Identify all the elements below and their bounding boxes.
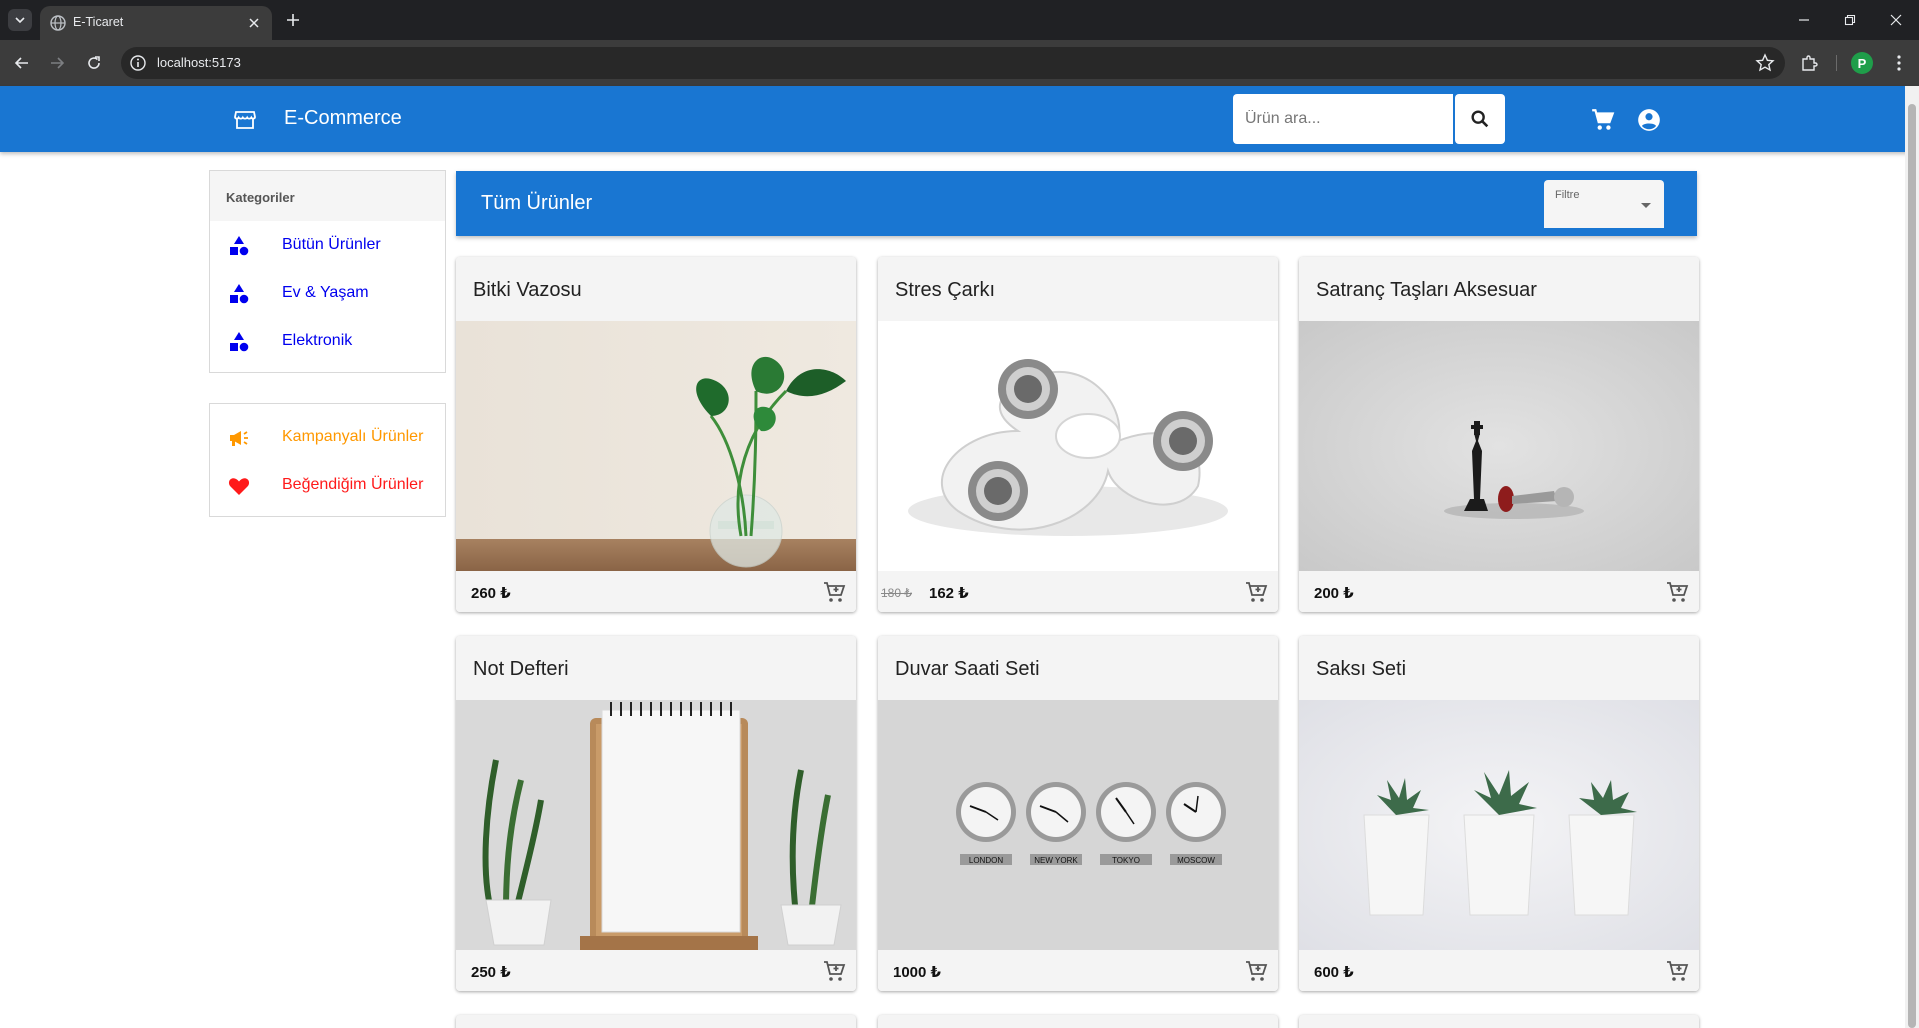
close-tab-icon[interactable] (244, 13, 264, 33)
app-bar: E-Commerce (0, 86, 1919, 152)
category-shapes-icon (230, 284, 249, 304)
sidebar-item-label: Kampanyalı Ürünler (282, 428, 424, 445)
category-shapes-icon (230, 332, 249, 352)
toolbar-divider (1836, 55, 1837, 71)
sidebar-item-label: Beğendiğim Ürünler (282, 476, 424, 493)
product-name[interactable]: Satranç Taşları Aksesuar (1299, 257, 1699, 321)
product-card-partial[interactable] (878, 1015, 1278, 1028)
sidebar-item-liked-products[interactable]: Beğendiğim Ürünler (210, 461, 445, 509)
browser-tab[interactable]: E-Ticaret (40, 6, 272, 40)
profile-avatar[interactable]: P (1851, 52, 1873, 74)
tab-search-chevron-icon[interactable] (8, 9, 32, 31)
card-footer: 260 ₺ (456, 571, 856, 612)
address-bar[interactable]: localhost:5173 (121, 47, 1785, 79)
shopping-cart-icon[interactable] (1590, 107, 1616, 133)
sidebar-item-all-products[interactable]: Bütün Ürünler (210, 221, 445, 269)
card-footer: 250 ₺ (456, 950, 856, 991)
product-card[interactable]: Not Defteri 250 ₺ (456, 636, 856, 991)
product-price: 250 ₺ (471, 964, 511, 981)
product-image-plant-pots[interactable] (1299, 700, 1699, 950)
product-image-plant-vase[interactable] (456, 321, 856, 571)
sidebar-item-electronics[interactable]: Elektronik (210, 317, 445, 365)
product-price: 600 ₺ (1314, 964, 1354, 981)
extras-panel: Kampanyalı Ürünler Beğendiğim Ürünler (209, 403, 446, 517)
site-info-icon[interactable] (129, 54, 147, 72)
category-shapes-icon (230, 236, 249, 256)
product-image-fidget-spinner[interactable] (878, 321, 1278, 571)
clock-label: MOSCOW (1177, 856, 1215, 865)
search-button[interactable] (1455, 94, 1505, 144)
product-name[interactable]: Saksı Seti (1299, 636, 1699, 700)
categories-panel: Kategoriler Bütün Ürünler Ev & Yaşam Ele… (209, 170, 446, 373)
products-header: Tüm Ürünler Filtre (456, 171, 1697, 236)
new-tab-plus-icon[interactable] (282, 9, 304, 31)
add-to-cart-icon[interactable] (1244, 580, 1268, 604)
extensions-puzzle-icon[interactable] (1797, 51, 1821, 75)
filter-select[interactable]: Filtre (1544, 180, 1664, 230)
heart-icon (228, 478, 250, 495)
window-close-icon[interactable] (1873, 8, 1919, 32)
search-icon (1471, 110, 1489, 128)
browser-tab-bar: E-Ticaret (0, 0, 1919, 40)
card-footer: 200 ₺ (1299, 571, 1699, 612)
store-icon[interactable] (233, 108, 257, 132)
old-price: 180 ₺ (881, 586, 912, 600)
clock-label: NEW YORK (1034, 856, 1078, 865)
product-name[interactable]: Duvar Saati Seti (878, 636, 1278, 700)
sidebar-item-label: Bütün Ürünler (282, 236, 381, 253)
forward-arrow-icon[interactable] (45, 51, 69, 75)
add-to-cart-icon[interactable] (822, 959, 846, 983)
account-circle-icon[interactable] (1636, 107, 1662, 133)
card-footer: 180 ₺ 162 ₺ (878, 571, 1278, 612)
megaphone-icon (230, 431, 248, 446)
product-search-input[interactable] (1233, 94, 1453, 144)
product-price: 200 ₺ (1314, 585, 1354, 602)
tab-title: E-Ticaret (73, 15, 124, 29)
card-footer: 1000 ₺ (878, 950, 1278, 991)
product-image-chess-pieces[interactable] (1299, 321, 1699, 571)
categories-title: Kategoriler (210, 171, 445, 221)
browser-toolbar: localhost:5173 P (0, 40, 1919, 86)
clock-label: TOKYO (1112, 856, 1140, 865)
clock-label: LONDON (969, 856, 1003, 865)
product-card[interactable]: Duvar Saati Seti LONDON NEW YORK TOKYO M… (878, 636, 1278, 991)
sidebar-item-label: Elektronik (282, 332, 353, 349)
add-to-cart-icon[interactable] (1665, 580, 1689, 604)
minimize-icon[interactable] (1781, 8, 1827, 32)
globe-icon (50, 15, 66, 31)
sidebar-item-home-living[interactable]: Ev & Yaşam (210, 269, 445, 317)
product-image-wall-clocks[interactable]: LONDON NEW YORK TOKYO MOSCOW (878, 700, 1278, 950)
product-card[interactable]: Stres Çarkı 180 ₺ 162 ₺ (878, 257, 1278, 612)
product-name[interactable]: Stres Çarkı (878, 257, 1278, 321)
bookmark-star-icon[interactable] (1755, 53, 1775, 73)
filter-label: Filtre (1555, 189, 1580, 201)
discount-price: 162 ₺ (929, 585, 969, 602)
browser-menu-icon[interactable] (1887, 51, 1911, 75)
product-card-partial[interactable] (1299, 1015, 1699, 1028)
url-text[interactable]: localhost:5173 (157, 55, 241, 70)
add-to-cart-icon[interactable] (1244, 959, 1268, 983)
page-title: Tüm Ürünler (481, 192, 593, 214)
product-name[interactable]: Bitki Vazosu (456, 257, 856, 321)
product-card[interactable]: Saksı Seti 600 ₺ (1299, 636, 1699, 991)
add-to-cart-icon[interactable] (822, 580, 846, 604)
product-card[interactable]: Satranç Taşları Aksesuar 200 ₺ (1299, 257, 1699, 612)
sidebar-item-campaign-products[interactable]: Kampanyalı Ürünler (210, 413, 445, 461)
product-name[interactable]: Not Defteri (456, 636, 856, 700)
product-price: 1000 ₺ (893, 964, 941, 981)
extras-spacer (210, 404, 445, 413)
reload-icon[interactable] (82, 51, 106, 75)
product-image-notebook[interactable] (456, 700, 856, 950)
chevron-down-icon (1641, 203, 1651, 208)
back-arrow-icon[interactable] (10, 51, 34, 75)
add-to-cart-icon[interactable] (1665, 959, 1689, 983)
restore-icon[interactable] (1827, 8, 1873, 32)
card-footer: 600 ₺ (1299, 950, 1699, 991)
product-price: 260 ₺ (471, 585, 511, 602)
product-card-partial[interactable] (456, 1015, 856, 1028)
scrollbar-thumb[interactable] (1908, 104, 1916, 1028)
sidebar-item-label: Ev & Yaşam (282, 284, 369, 301)
brand-title[interactable]: E-Commerce (284, 107, 402, 130)
product-card[interactable]: Bitki Vazosu 260 ₺ (456, 257, 856, 612)
